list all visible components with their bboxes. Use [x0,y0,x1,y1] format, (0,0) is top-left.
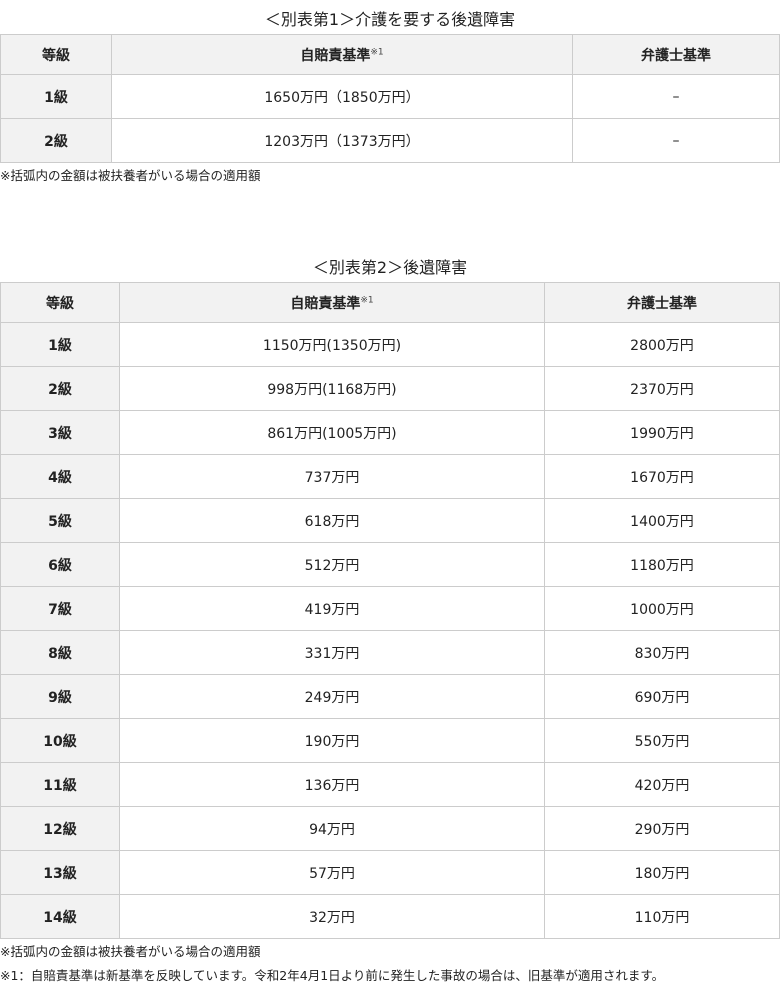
table-row: 9級 249万円 690万円 [0,674,780,719]
bengoshi-cell: – [572,118,780,163]
grade-cell: 4級 [0,454,120,499]
table-row: 10級 190万円 550万円 [0,718,780,763]
bengoshi-cell: 1990万円 [544,410,780,455]
bengoshi-header: 弁護士基準 [572,34,780,75]
care-required-disability-table: 等級 自賠責基準※1 弁護士基準 1級 1650万円（1850万円） – 2級 … [0,34,780,163]
bengoshi-cell: 1670万円 [544,454,780,499]
table-row: 1級 1150万円(1350万円) 2800万円 [0,322,780,367]
grade-cell: 1級 [0,322,120,367]
grade-cell: 6級 [0,542,120,587]
footnote-marker: ※1 [370,46,384,57]
jibaiseki-cell: 618万円 [119,498,545,543]
table1-header-row: 等級 自賠責基準※1 弁護士基準 [0,34,780,75]
grade-cell: 5級 [0,498,120,543]
grade-cell: 8級 [0,630,120,675]
jibaiseki-cell: 57万円 [119,850,545,895]
grade-cell: 11級 [0,762,120,807]
bengoshi-cell: 550万円 [544,718,780,763]
bengoshi-cell: 290万円 [544,806,780,851]
jibaiseki-cell: 190万円 [119,718,545,763]
table-row: 2級 998万円(1168万円) 2370万円 [0,366,780,411]
table-row: 1級 1650万円（1850万円） – [0,74,780,119]
jibaiseki-cell: 331万円 [119,630,545,675]
table-row: 4級 737万円 1670万円 [0,454,780,499]
grade-cell: 10級 [0,718,120,763]
bengoshi-cell: 1180万円 [544,542,780,587]
jibaiseki-header: 自賠責基準※1 [119,282,545,323]
grade-cell: 2級 [0,118,112,163]
table-row: 8級 331万円 830万円 [0,630,780,675]
jibaiseki-cell: 1650万円（1850万円） [111,74,573,119]
table-row: 14級 32万円 110万円 [0,894,780,939]
table1-note: ※括弧内の金額は被扶養者がいる場合の適用額 [0,168,261,183]
table1-caption: ＜別表第1＞介護を要する後遺障害 [264,10,516,29]
jibaiseki-cell: 512万円 [119,542,545,587]
grade-cell: 7級 [0,586,120,631]
footnote-marker: ※1 [360,294,374,305]
jibaiseki-cell: 136万円 [119,762,545,807]
jibaiseki-cell: 737万円 [119,454,545,499]
table-row: 13級 57万円 180万円 [0,850,780,895]
table2-note-parentheses: ※括弧内の金額は被扶養者がいる場合の適用額 [0,944,261,959]
bengoshi-cell: 420万円 [544,762,780,807]
grade-cell: 14級 [0,894,120,939]
grade-header: 等級 [0,34,112,75]
jibaiseki-cell: 32万円 [119,894,545,939]
grade-cell: 12級 [0,806,120,851]
table-row: 11級 136万円 420万円 [0,762,780,807]
bengoshi-cell: 110万円 [544,894,780,939]
jibaiseki-cell: 998万円(1168万円) [119,366,545,411]
jibaiseki-header: 自賠責基準※1 [111,34,573,75]
table-row: 7級 419万円 1000万円 [0,586,780,631]
jibaiseki-cell: 861万円(1005万円) [119,410,545,455]
table2-note-standard: ※1：自賠責基準は新基準を反映しています。令和2年4月1日より前に発生した事故の… [0,968,665,983]
bengoshi-cell: 2800万円 [544,322,780,367]
table2-caption: ＜別表第2＞後遺障害 [312,258,468,277]
table-row: 5級 618万円 1400万円 [0,498,780,543]
bengoshi-cell: 2370万円 [544,366,780,411]
grade-cell: 13級 [0,850,120,895]
bengoshi-cell: – [572,74,780,119]
bengoshi-cell: 690万円 [544,674,780,719]
table2-header-row: 等級 自賠責基準※1 弁護士基準 [0,282,780,323]
grade-cell: 9級 [0,674,120,719]
jibaiseki-cell: 249万円 [119,674,545,719]
bengoshi-cell: 1000万円 [544,586,780,631]
table-row: 2級 1203万円（1373万円） – [0,118,780,163]
disability-compensation-table: 等級 自賠責基準※1 弁護士基準 1級 1150万円(1350万円) 2800万… [0,282,780,939]
bengoshi-cell: 180万円 [544,850,780,895]
bengoshi-header: 弁護士基準 [544,282,780,323]
grade-header: 等級 [0,282,120,323]
table-row: 3級 861万円(1005万円) 1990万円 [0,410,780,455]
grade-cell: 2級 [0,366,120,411]
bengoshi-cell: 830万円 [544,630,780,675]
jibaiseki-cell: 1203万円（1373万円） [111,118,573,163]
table-row: 12級 94万円 290万円 [0,806,780,851]
bengoshi-cell: 1400万円 [544,498,780,543]
jibaiseki-cell: 94万円 [119,806,545,851]
jibaiseki-cell: 1150万円(1350万円) [119,322,545,367]
table-row: 6級 512万円 1180万円 [0,542,780,587]
grade-cell: 3級 [0,410,120,455]
jibaiseki-cell: 419万円 [119,586,545,631]
grade-cell: 1級 [0,74,112,119]
